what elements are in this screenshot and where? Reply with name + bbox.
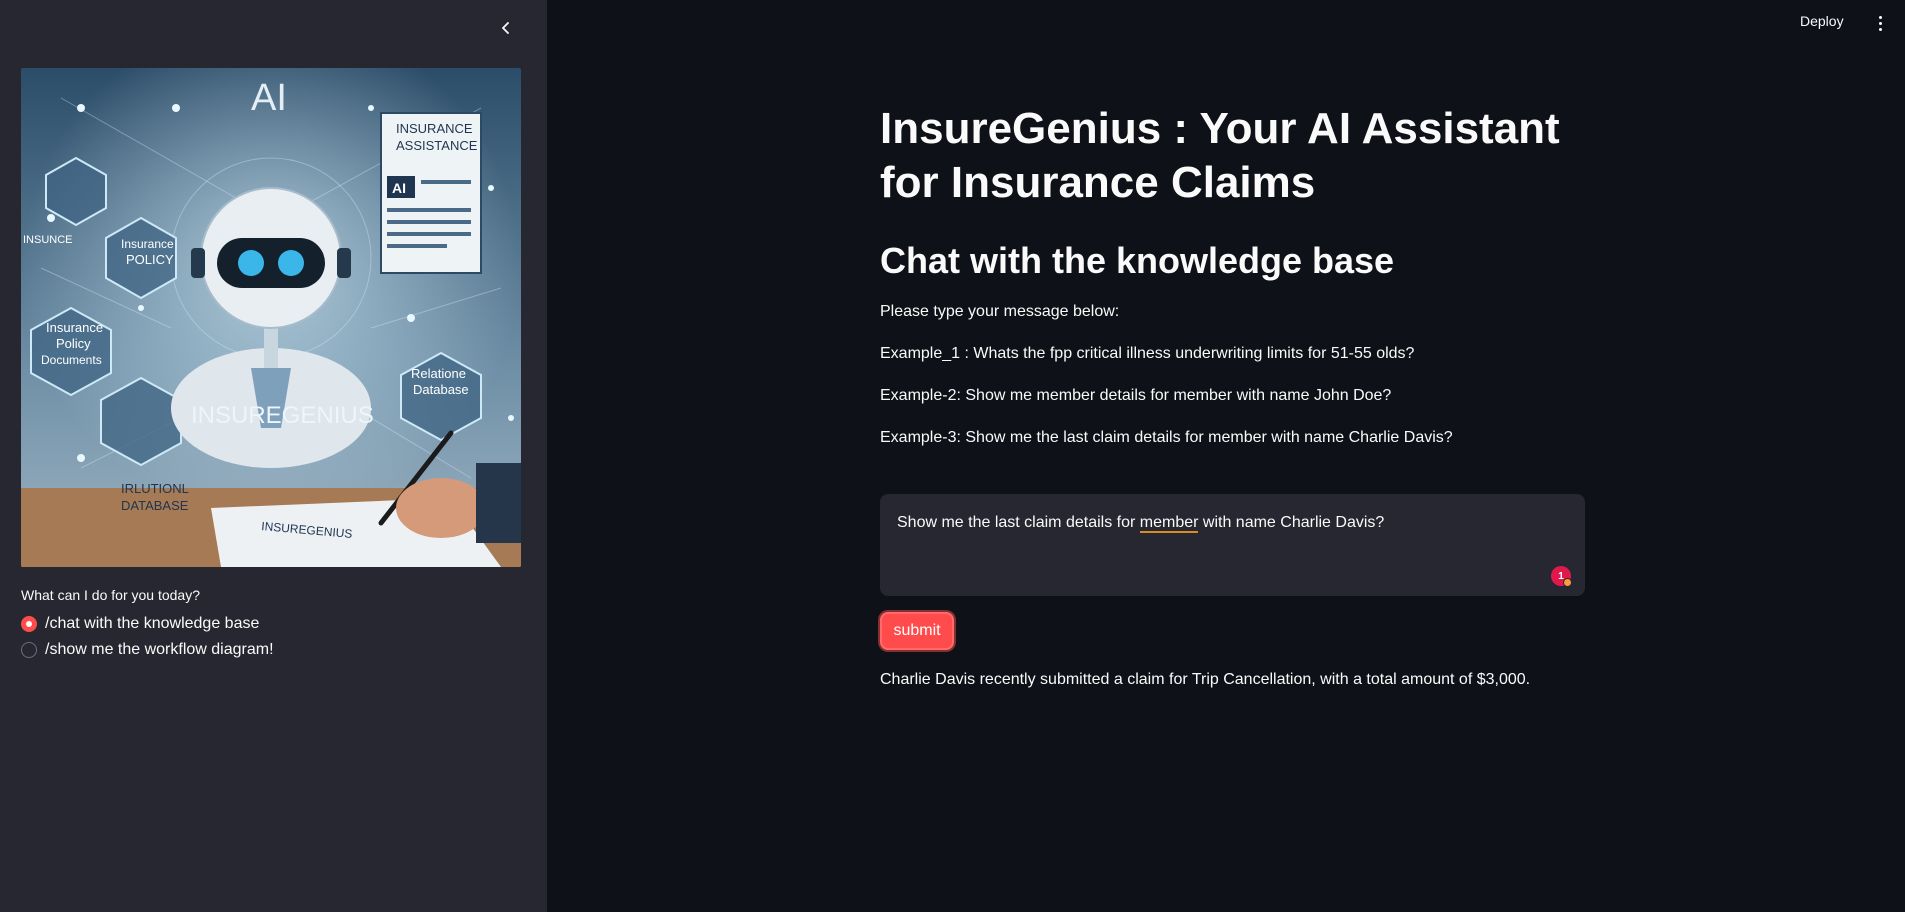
grammar-badge-icon[interactable]: 1 (1551, 566, 1572, 587)
prompt-text: Please type your message below: (880, 303, 1120, 320)
chevron-left-icon (502, 22, 509, 34)
response-text: Charlie Davis recently submitted a claim… (880, 671, 1531, 688)
svg-text:ASSISTANCE: ASSISTANCE (396, 138, 478, 153)
radio-option-label: /show me the workflow diagram! (45, 641, 274, 658)
example-3: Example-3: Show me the last claim detail… (880, 429, 1453, 446)
example-1: Example_1 : Whats the fpp critical illne… (880, 345, 1415, 362)
kebab-menu-icon (1878, 15, 1882, 19)
spellcheck-flagged-word: member (1139, 514, 1199, 533)
svg-text:Insurance: Insurance (46, 320, 103, 335)
hero-image: AI INSURANCE ASSISTANCE AI Insurance POL… (21, 68, 521, 567)
deploy-button[interactable]: Deploy (1800, 13, 1844, 29)
message-input[interactable]: Show me the last claim details for membe… (880, 494, 1585, 596)
radio-unselected-icon[interactable] (21, 642, 37, 658)
input-text-before: Show me the last claim details for (897, 514, 1140, 531)
example-2: Example-2: Show me member details for me… (880, 387, 1392, 404)
svg-text:AI: AI (251, 77, 287, 119)
input-text-after: with name Charlie Davis? (1198, 514, 1385, 531)
svg-text:Policy: Policy (56, 336, 91, 351)
svg-text:Insurance: Insurance (121, 237, 174, 251)
sidebar: AI INSURANCE ASSISTANCE AI Insurance POL… (0, 0, 547, 912)
svg-text:Database: Database (413, 382, 469, 397)
radio-option-label: /chat with the knowledge base (45, 615, 260, 632)
radio-selected-icon[interactable] (21, 616, 37, 632)
svg-text:INSUNCE: INSUNCE (23, 234, 73, 246)
collapse-sidebar-button[interactable] (492, 14, 520, 42)
submit-button[interactable]: submit (880, 612, 954, 650)
svg-text:DATABASE: DATABASE (121, 498, 189, 513)
radio-option-workflow[interactable]: /show me the workflow diagram! (21, 641, 274, 659)
page-title: InsureGenius : Your AI Assistant for Ins… (880, 104, 1560, 207)
radio-option-chat[interactable]: /chat with the knowledge base (21, 615, 259, 633)
svg-text:IRLUTIONL: IRLUTIONL (121, 481, 189, 496)
svg-text:INSUREGENIUS: INSUREGENIUS (191, 402, 374, 429)
svg-text:Documents: Documents (41, 353, 102, 367)
svg-text:Relatione: Relatione (411, 366, 466, 381)
svg-text:POLICY: POLICY (126, 252, 174, 267)
svg-text:AI: AI (392, 180, 406, 196)
radio-group-label: What can I do for you today? (21, 587, 200, 603)
section-subtitle: Chat with the knowledge base (880, 240, 1395, 281)
main-menu-button[interactable] (1872, 12, 1888, 34)
svg-text:INSURANCE: INSURANCE (396, 121, 473, 136)
